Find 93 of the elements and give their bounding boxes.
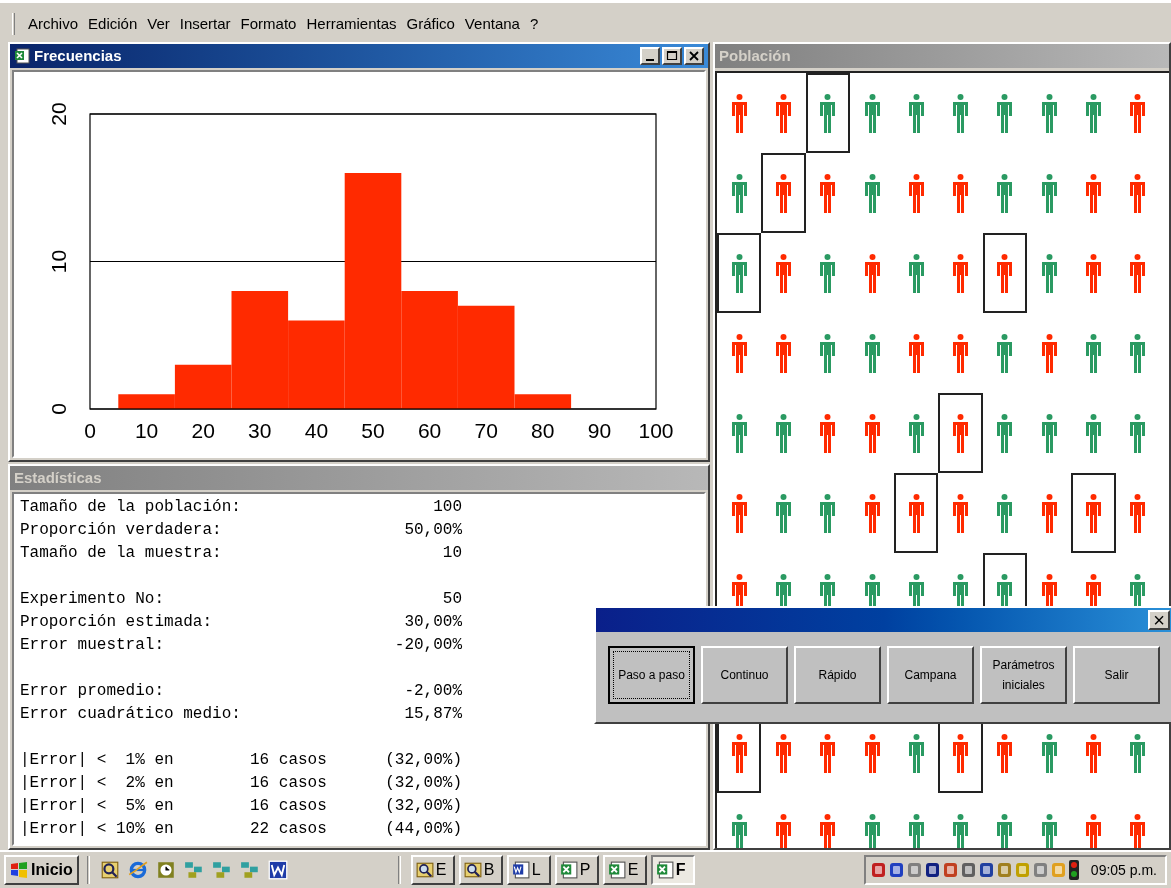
- stat-label: Error muestral:: [20, 635, 165, 656]
- stat-label: Tamaño de la muestra:: [20, 543, 222, 564]
- tray-icon[interactable]: [887, 861, 905, 879]
- axis-label: 10: [47, 249, 70, 274]
- menu-item[interactable]: Insertar: [174, 12, 236, 35]
- clock: 09:05 p.m.: [1090, 860, 1157, 880]
- windows-logo-icon: [10, 862, 28, 878]
- tray-icon[interactable]: [869, 861, 887, 879]
- stat-label: Proporción estimada:: [20, 612, 213, 633]
- spreadsheet-icon: [14, 48, 30, 64]
- menu-item[interactable]: Gráfico: [401, 12, 460, 35]
- spreadsheet-icon: [655, 861, 674, 879]
- stat-value: (32,00%): [385, 773, 462, 794]
- axis-label: 20: [191, 419, 215, 442]
- axis-label: 100: [638, 419, 674, 442]
- menu-item[interactable]: Archivo: [23, 12, 84, 35]
- task-button[interactable]: F: [650, 855, 695, 885]
- document-icon[interactable]: [267, 860, 288, 880]
- stat-value: 50: [442, 589, 462, 610]
- axis-label: 10: [134, 419, 159, 442]
- magnifier-icon[interactable]: [99, 860, 120, 880]
- axis-label: 90: [587, 419, 612, 442]
- tray-icon[interactable]: [959, 861, 977, 879]
- stat-label: Tamaño de la población:: [20, 497, 241, 518]
- clock-icon[interactable]: [155, 860, 176, 880]
- stat-count: 16 casos: [250, 773, 328, 794]
- traffic-light-icon[interactable]: [1067, 860, 1080, 880]
- stat-count: 22 casos: [250, 819, 328, 840]
- stat-label: Proporción verdadera:: [20, 520, 222, 541]
- window-title: Frecuencias: [34, 45, 122, 66]
- magnifier-icon: [415, 861, 434, 879]
- stat-label: Error cuadrático medio:: [20, 704, 241, 725]
- magnifier-icon: [463, 861, 482, 879]
- stat-value: -2,00%: [404, 681, 462, 702]
- dialog-button[interactable]: Paso a paso: [608, 646, 695, 704]
- maximize-icon: [665, 49, 679, 63]
- stat-label: |Error| < 2% en: [20, 773, 175, 794]
- menu-item[interactable]: Herramientas: [301, 12, 402, 35]
- axis-label: 50: [361, 419, 385, 442]
- dialog-button[interactable]: Continuo: [701, 646, 788, 704]
- stat-value: 10: [442, 543, 462, 564]
- dialog-button[interactable]: Rápido: [794, 646, 881, 704]
- close-button[interactable]: [684, 47, 704, 65]
- stat-value: (32,00%): [385, 796, 462, 817]
- close-button[interactable]: ×: [1148, 610, 1170, 630]
- task-button[interactable]: P: [554, 855, 599, 885]
- axis-label: 70: [474, 419, 498, 442]
- globe-icon[interactable]: [127, 860, 148, 880]
- stat-label: |Error| < 10% en: [20, 819, 175, 840]
- window-title: Estadísticas: [14, 467, 102, 488]
- minimize-icon: [646, 59, 654, 61]
- maximize-button[interactable]: [662, 47, 682, 65]
- stat-value: (32,00%): [385, 750, 462, 771]
- stat-value: 30,00%: [404, 612, 462, 633]
- spreadsheet-icon: [559, 861, 578, 879]
- menu-item[interactable]: Ver: [142, 12, 175, 35]
- close-icon: [687, 49, 701, 63]
- task-button[interactable]: L: [506, 855, 551, 885]
- axis-label: 30: [248, 419, 272, 442]
- axis-label: 0: [47, 403, 70, 415]
- start-button[interactable]: Inicio: [4, 855, 79, 885]
- stat-label: Error promedio:: [20, 681, 165, 702]
- stat-count: 16 casos: [250, 796, 328, 817]
- axis-label: 20: [47, 102, 70, 126]
- minimize-button[interactable]: [640, 47, 660, 65]
- stat-label: |Error| < 5% en: [20, 796, 175, 817]
- stat-value: (44,00%): [385, 819, 462, 840]
- spreadsheet-icon: [607, 861, 626, 879]
- menu-item[interactable]: Formato: [235, 12, 302, 35]
- task-button[interactable]: B: [458, 855, 503, 885]
- stat-value: 100: [433, 497, 462, 518]
- task-button[interactable]: E: [602, 855, 647, 885]
- stat-value: 15,87%: [404, 704, 462, 725]
- window-title: Población: [719, 45, 791, 66]
- menu-item[interactable]: Edición: [83, 12, 143, 35]
- axis-label: 60: [417, 419, 442, 442]
- dialog-button[interactable]: Parámetros iniciales: [980, 646, 1067, 704]
- axis-label: 80: [531, 419, 555, 442]
- stat-value: 50,00%: [404, 520, 462, 541]
- axis-label: 0: [84, 419, 96, 442]
- stat-value: -20,00%: [394, 635, 462, 656]
- dialog-button[interactable]: Campana: [887, 646, 974, 704]
- tray-icon[interactable]: [977, 861, 995, 879]
- stat-label: |Error| < 1% en: [20, 750, 175, 771]
- menu-item[interactable]: ?: [524, 12, 544, 35]
- stat-label: Experimento No:: [20, 589, 165, 610]
- task-button[interactable]: E: [410, 855, 455, 885]
- menu-item[interactable]: Ventana: [459, 12, 525, 35]
- dialog-button[interactable]: Salir: [1073, 646, 1160, 704]
- axis-label: 40: [304, 419, 329, 442]
- tray-icon[interactable]: [923, 861, 941, 879]
- stat-count: 16 casos: [250, 750, 328, 771]
- document-icon: [511, 861, 530, 879]
